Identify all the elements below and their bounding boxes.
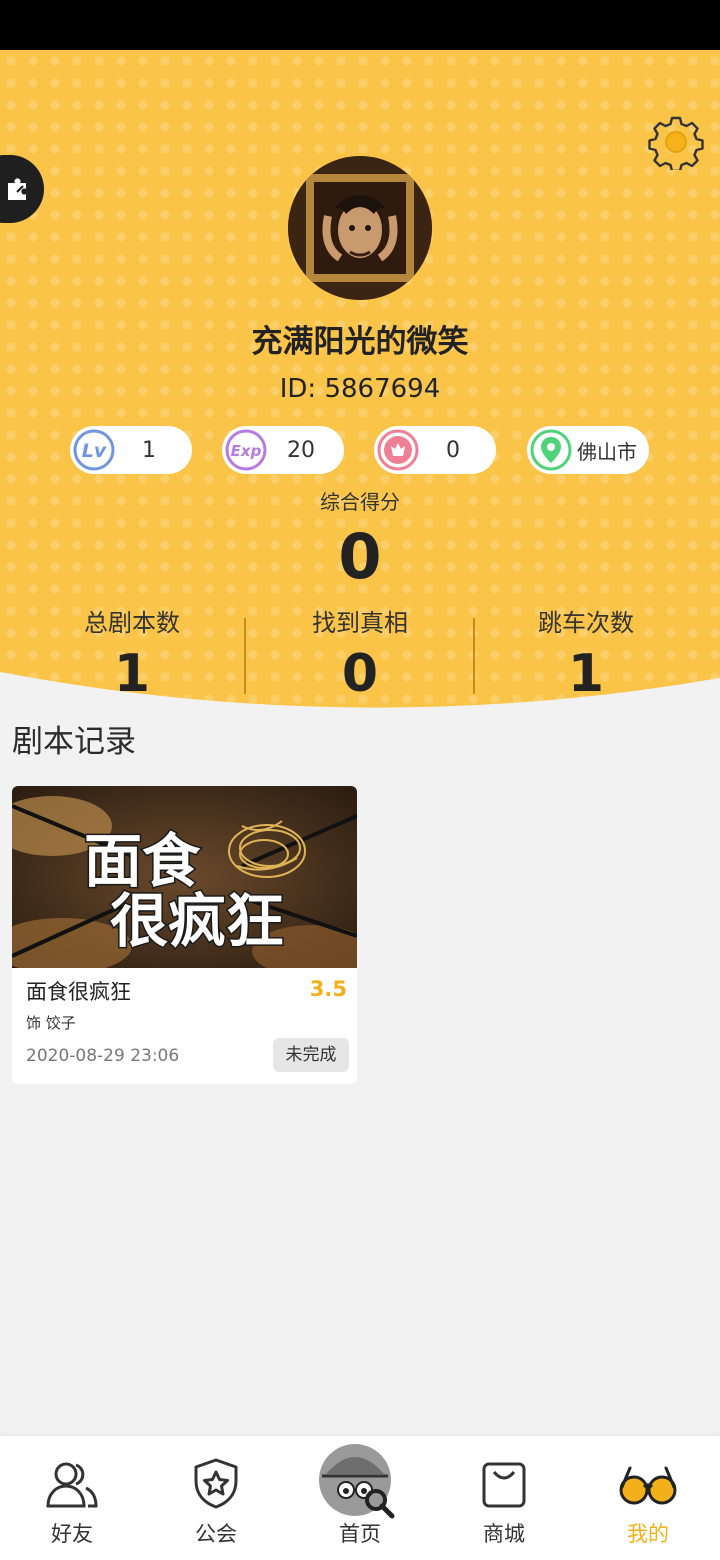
level-value: 1: [142, 437, 156, 463]
stat-truth-found: 找到真相 0: [240, 603, 480, 704]
username: 充满阳光的微笑: [251, 324, 469, 360]
lv-icon: Lv: [72, 428, 116, 472]
side-puzzle-tab[interactable]: [0, 155, 44, 223]
svg-text:Lv: Lv: [82, 440, 107, 462]
nav-label: 好友: [51, 1522, 93, 1546]
glasses-icon: [618, 1454, 678, 1514]
shield-star-icon: [186, 1454, 246, 1514]
stat-value: 1: [567, 644, 605, 704]
nav-home[interactable]: 首页: [288, 1436, 432, 1560]
nav-shop[interactable]: 商城: [432, 1436, 576, 1560]
stat-value: 0: [341, 644, 379, 704]
record-role: 饰 饺子: [26, 1014, 76, 1032]
avatar[interactable]: [288, 156, 432, 300]
stat-total-scripts: 总剧本数 1: [12, 603, 252, 704]
nav-friends[interactable]: 好友: [0, 1436, 144, 1560]
record-name: 面食很疯狂: [26, 980, 131, 1004]
status-bar: [0, 0, 720, 50]
flower-value: 0: [446, 437, 460, 463]
stat-label: 总剧本数: [84, 609, 180, 637]
gear-icon: [648, 114, 704, 170]
nav-mine[interactable]: 我的: [576, 1436, 720, 1560]
nav-label: 公会: [195, 1522, 237, 1546]
record-rating: 3.5: [309, 977, 347, 1001]
nav-guild[interactable]: 公会: [144, 1436, 288, 1560]
record-card[interactable]: 面食 很疯狂 面食很疯狂 3.5 饰 饺子 2020-08-29 23:06 未…: [12, 786, 357, 1084]
flower-pill: 0: [374, 426, 496, 474]
exp-value: 20: [287, 437, 315, 463]
location-pin-icon: [529, 428, 573, 472]
profile-header: 充满阳光的微笑 ID: 5867694 Lv 1 Exp 20 0 佛山市 综合…: [0, 50, 720, 710]
record-status-badge: 未完成: [273, 1038, 349, 1072]
flower-icon: [376, 428, 420, 472]
stat-label: 跳车次数: [538, 609, 634, 637]
score-label: 综合得分: [320, 490, 400, 514]
level-pill: Lv 1: [70, 426, 192, 474]
cover-text-line2: 很疯狂: [110, 887, 284, 955]
record-cover-image: 面食 很疯狂: [12, 786, 357, 968]
stat-value: 1: [113, 644, 151, 704]
location-value: 佛山市: [577, 439, 637, 464]
exp-icon: Exp: [224, 428, 268, 472]
nav-label: 我的: [627, 1522, 669, 1546]
exp-pill: Exp 20: [222, 426, 344, 474]
bottom-nav: 好友 公会 首页 商城 我的: [0, 1436, 720, 1560]
friends-icon: [42, 1454, 102, 1514]
stat-label: 找到真相: [312, 609, 408, 637]
nav-label: 首页: [339, 1522, 381, 1546]
svg-text:Exp: Exp: [231, 442, 262, 460]
settings-button[interactable]: [648, 114, 704, 170]
nav-label: 商城: [483, 1522, 525, 1546]
score-value: 0: [338, 520, 382, 593]
records-title: 剧本记录: [12, 724, 136, 760]
shopping-bag-icon: [474, 1454, 534, 1514]
location-pill: 佛山市: [527, 426, 649, 474]
record-datetime: 2020-08-29 23:06: [26, 1046, 180, 1066]
cover-text-line1: 面食: [84, 827, 201, 895]
user-id: ID: 5867694: [279, 374, 441, 404]
detective-icon: [318, 1440, 398, 1520]
puzzle-icon: [4, 174, 34, 204]
stat-quit-count: 跳车次数 1: [466, 603, 706, 704]
